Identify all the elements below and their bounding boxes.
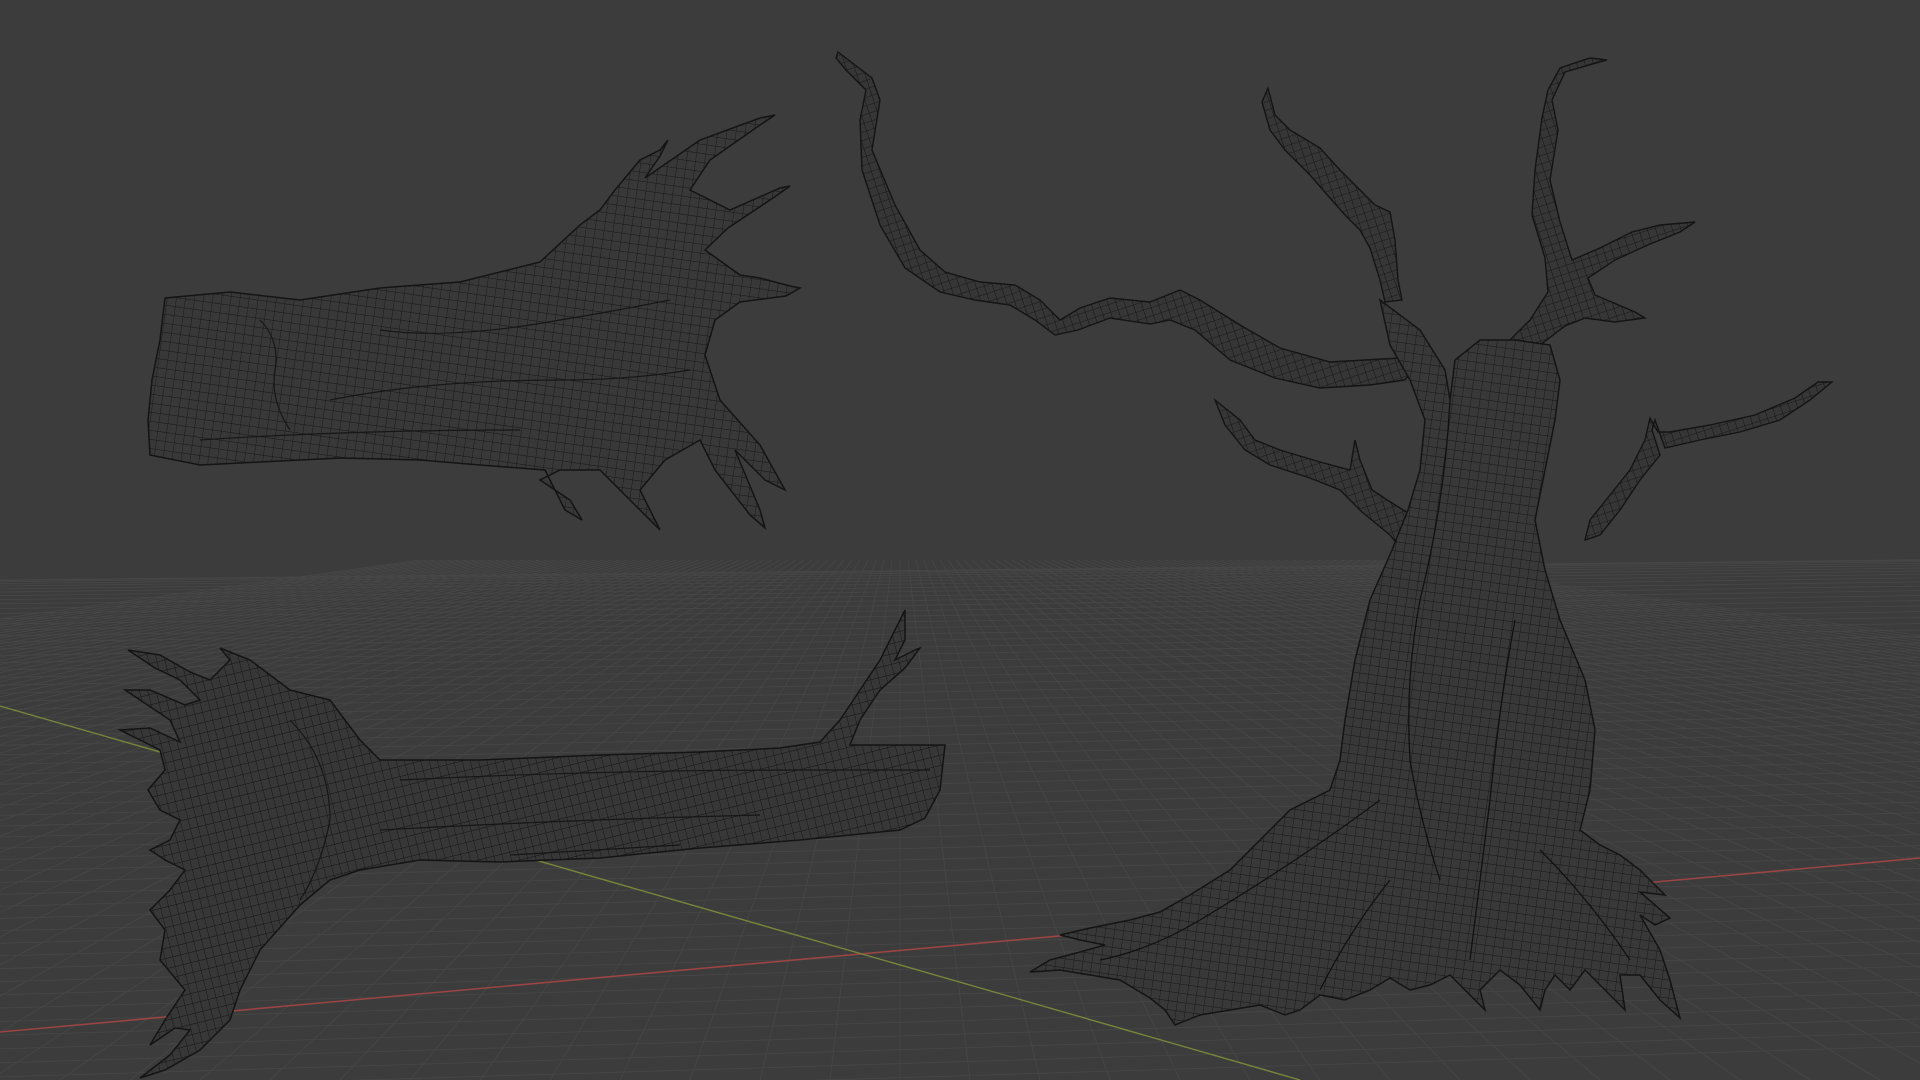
grid-line — [0, 611, 1920, 643]
grid-line — [0, 1018, 1920, 1078]
grid-line — [923, 559, 1111, 1080]
grid-line — [0, 978, 1920, 1036]
grid-line — [0, 650, 1920, 686]
log-with-roots-bottom[interactable] — [117, 609, 946, 1079]
grid-line — [0, 991, 1920, 1050]
log-with-roots-top[interactable] — [147, 114, 803, 531]
grid-line — [350, 1032, 1920, 1080]
3d-viewport[interactable] — [0, 0, 1920, 1080]
grid-line — [0, 1005, 1920, 1064]
